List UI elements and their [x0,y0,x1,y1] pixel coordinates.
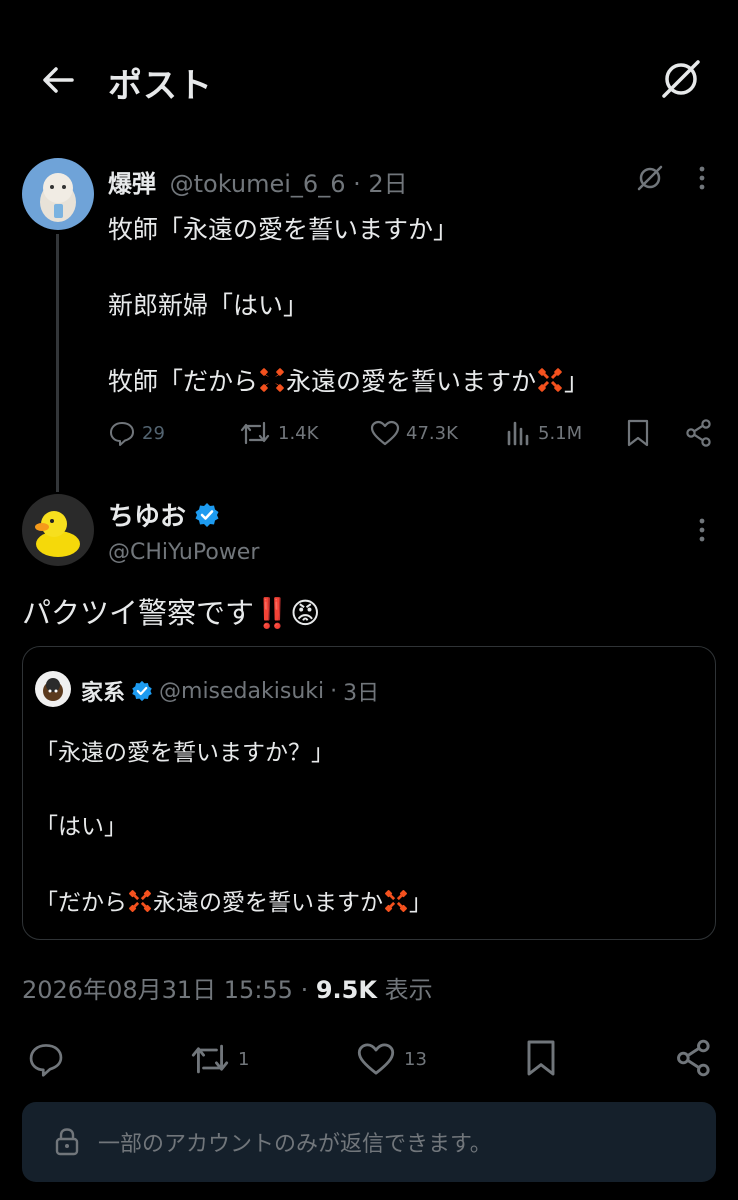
parent-like-button[interactable]: 47.3K [370,418,458,448]
back-arrow-icon[interactable] [38,60,78,100]
quote-time: 3日 [343,681,380,706]
quote-text-line-3: 「だから 永遠の愛を誓いますか」 [35,883,432,917]
post-views-label: 表示 [384,976,433,1004]
main-author-name[interactable]: ちゆお [108,496,186,533]
separator-dot: · [330,678,338,704]
quote-line3-b: 永遠の愛を誓いますか [153,890,383,916]
parent-author-name[interactable]: 爆弾 [108,170,156,198]
header: ポスト [0,0,738,135]
quoted-tweet[interactable]: 家系 @misedakisuki · 3日 「永遠の愛を誓いますか？」 「はい」… [22,646,716,940]
anger-emoji-icon [260,368,284,392]
parent-repost-button[interactable]: 1.4K [238,418,318,448]
reply-restriction-text: 一部のアカウントのみが返信できます。 [98,1132,492,1157]
parent-time[interactable]: 2日 [368,170,407,198]
post-meta: 2026年08月31日 15:55 · 9.5K 表示 [22,970,433,1005]
post-views-count: 9.5K [315,976,377,1004]
quote-line3-a: 「だから [35,890,127,916]
parent-text-line-1: 牧師「永遠の愛を誓いますか」 [108,215,459,244]
main-text-body: パクツイ警察です [22,596,255,630]
parent-header: 爆弾 @tokumei_6_6 · 2日 [108,164,408,199]
verified-badge-icon [132,680,152,702]
repost-icon [191,1044,229,1074]
parent-like-count: 47.3K [406,422,458,444]
parent-author-handle[interactable]: @tokumei_6_6 [170,170,346,198]
thread-line [56,234,59,492]
quote-text-line-1: 「永遠の愛を誓いますか？」 [35,740,334,766]
reply-icon [110,422,134,446]
heart-icon [370,420,400,446]
anger-emoji-icon [129,890,151,912]
separator-dot: · [353,170,369,198]
parent-share-icon[interactable] [684,418,714,448]
main-avatar[interactable] [22,494,94,566]
main-repost-count: 1 [238,1048,250,1070]
parent-line3-c: 」 [564,367,590,396]
parent-more-icon[interactable] [690,164,714,192]
main-text: パクツイ警察です‼️😡 [22,590,320,632]
main-bookmark-icon[interactable] [522,1038,560,1078]
main-like-button[interactable]: 13 [356,1040,427,1078]
repost-icon [240,421,270,445]
main-reply-button[interactable] [26,1040,66,1078]
parent-line3-a: 牧師「だから [108,367,259,396]
parent-bookmark-icon[interactable] [624,418,652,448]
reply-restriction-bar: 一部のアカウントのみが返信できます。 [22,1102,716,1182]
reply-icon [29,1044,63,1077]
main-author-row: ちゆお [108,496,220,533]
main-like-count: 13 [404,1048,427,1070]
main-repost-button[interactable]: 1 [188,1040,249,1078]
quote-author-name: 家系 [81,681,126,706]
parent-grok-icon[interactable] [636,164,664,192]
anger-emoji-icon [385,890,407,912]
grok-icon[interactable] [658,56,704,102]
anger-emoji-icon [538,368,562,392]
parent-text-line-2: 新郎新婦「はい」 [108,291,309,320]
parent-repost-count: 1.4K [278,422,319,444]
quote-header: 家系 @misedakisuki · 3日 [81,675,379,707]
main-author-handle[interactable]: @CHiYuPower [108,540,259,565]
quote-text-line-2: 「はい」 [35,814,127,840]
parent-line3-b: 永遠の愛を誓いますか [286,367,537,396]
main-share-icon[interactable] [674,1038,714,1078]
parent-avatar[interactable] [22,158,94,230]
quote-avatar [35,671,71,707]
parent-text-line-3: 牧師「だから 永遠の愛を誓いますか」 [108,362,589,398]
heart-icon [357,1043,395,1075]
lock-icon [55,1128,79,1156]
quote-line3-c: 」 [409,890,432,916]
verified-badge-icon [195,502,219,527]
parent-views-count: 5.1M [538,422,583,444]
parent-reply-button[interactable]: 29 [108,418,165,448]
quote-author-handle: @misedakisuki [159,678,325,704]
main-more-icon[interactable] [690,516,714,544]
separator-dot: · [300,976,316,1004]
post-timestamp[interactable]: 2026年08月31日 15:55 [22,976,293,1004]
parent-reply-count: 29 [142,422,165,444]
analytics-icon [507,421,529,446]
page-title: ポスト [108,66,213,106]
parent-views-button[interactable]: 5.1M [506,418,582,448]
main-text-emoji: ‼️😡 [254,596,321,630]
